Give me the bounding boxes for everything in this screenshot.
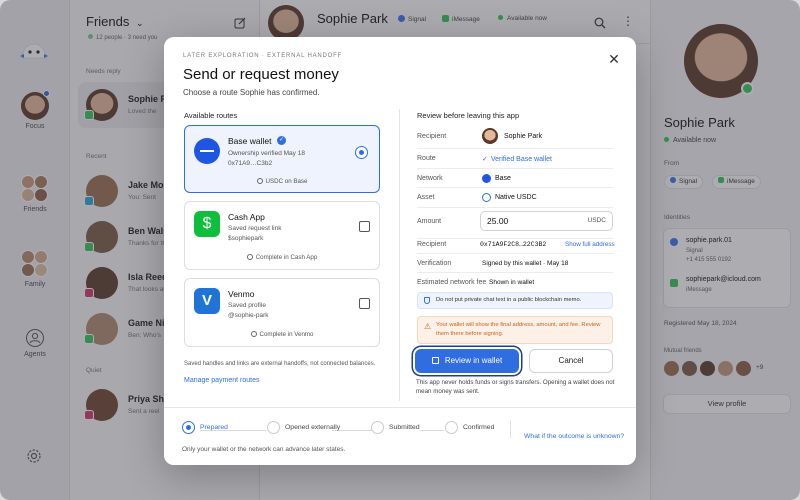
step-indicator xyxy=(445,421,458,434)
route-title: Cash App xyxy=(228,212,265,222)
route-base-wallet[interactable]: Base wallet ✓ Ownership verified May 18 … xyxy=(184,125,380,193)
usdc-icon xyxy=(482,193,491,202)
step-label: Confirmed xyxy=(463,424,495,431)
review-network-label: Network xyxy=(417,175,443,182)
memo-notice-text: Do not put private chat text in a public… xyxy=(436,297,582,303)
routes-note: Saved handles and links are external han… xyxy=(184,361,376,367)
manage-routes-link[interactable]: Manage payment routes xyxy=(184,377,260,384)
review-header: Review before leaving this app xyxy=(417,111,520,120)
cancel-button[interactable]: Cancel xyxy=(529,349,613,373)
divider xyxy=(417,272,613,273)
route-footer: Complete in Venmo xyxy=(185,331,379,338)
route-line1: Ownership verified May 18 xyxy=(228,150,305,157)
route-radio-selected[interactable] xyxy=(355,146,368,159)
route-line2: $sophiepark xyxy=(228,235,264,242)
base-wallet-icon xyxy=(194,138,220,164)
review-in-wallet-button[interactable]: Review in wallet xyxy=(415,349,519,373)
amount-value: 25.00 xyxy=(487,216,509,226)
avatar xyxy=(482,128,498,144)
review-verification-label: Verification xyxy=(417,260,452,267)
amount-unit: USDC xyxy=(587,217,606,224)
review-route-label: Route xyxy=(417,155,436,162)
memo-notice: Do not put private chat text in a public… xyxy=(417,292,613,309)
venmo-icon: V xyxy=(194,288,220,314)
divider xyxy=(417,253,613,254)
step-connector xyxy=(420,430,444,431)
review-recipient-label: Recipient xyxy=(417,133,447,140)
route-line1: Saved profile xyxy=(228,302,266,309)
route-footer-text: Complete in Venmo xyxy=(259,331,314,338)
external-icon xyxy=(246,254,253,260)
network-icon xyxy=(256,178,263,184)
verified-check-icon: ✓ xyxy=(277,136,286,145)
steps-note: Only your wallet or the network can adva… xyxy=(182,446,346,453)
wallet-warning-text: Your wallet will show the final address,… xyxy=(436,322,601,337)
divider xyxy=(417,207,613,208)
step-indicator-active xyxy=(182,421,195,434)
external-link-icon[interactable] xyxy=(359,221,370,232)
route-venmo[interactable]: V Venmo Saved profile @sophie-park Compl… xyxy=(184,278,380,347)
divider xyxy=(417,148,613,149)
shield-icon xyxy=(424,297,430,304)
send-money-modal: LATER EXPLORATION · EXTERNAL HANDOFF Sen… xyxy=(164,37,636,465)
external-link-icon xyxy=(431,357,439,364)
modal-title: Send or request money xyxy=(183,66,339,83)
review-network-value: Base xyxy=(495,175,511,182)
step-indicator xyxy=(371,421,384,434)
external-link-icon[interactable] xyxy=(359,298,370,309)
wallet-warning: ⚠ Your wallet will show the final addres… xyxy=(417,316,613,344)
review-recipient-value: Sophie Park xyxy=(504,133,543,140)
route-footer-text: USDC on Base xyxy=(265,178,308,185)
review-fee-label: Estimated network fee xyxy=(417,279,487,286)
step-label: Prepared xyxy=(200,424,228,431)
route-title: Venmo xyxy=(228,289,255,299)
modal-subtitle: Choose a route Sophie has confirmed. xyxy=(183,88,320,97)
divider xyxy=(417,238,613,239)
review-asset-label: Asset xyxy=(417,194,435,201)
review-amount-label: Amount xyxy=(417,218,442,225)
base-network-icon xyxy=(482,174,491,183)
route-footer-text: Complete in Cash App xyxy=(255,254,318,261)
route-cash-app[interactable]: $ Cash App Saved request link $sophiepar… xyxy=(184,201,380,270)
outcome-unknown-link[interactable]: What if the outcome is unknown? xyxy=(524,433,624,440)
route-title: Base wallet xyxy=(228,136,272,146)
review-fee-value: Shown in wallet xyxy=(489,279,535,286)
modal-eyebrow: LATER EXPLORATION · EXTERNAL HANDOFF xyxy=(183,53,343,59)
external-icon xyxy=(250,331,257,337)
route-line1: Saved request link xyxy=(228,225,282,232)
route-line2: @sophie-park xyxy=(228,312,269,319)
step-label: Submitted xyxy=(389,424,420,431)
route-footer: USDC on Base xyxy=(185,178,379,185)
app-window: Focus Friends Family Agents Friends ⌄ 12… xyxy=(0,0,800,500)
review-button-label: Review in wallet xyxy=(444,356,503,365)
review-address-value: 0x71A9F2C8…22C3B2 xyxy=(480,241,547,248)
close-icon[interactable]: ✕ xyxy=(606,51,622,67)
show-full-address-link[interactable]: Show full address xyxy=(565,241,615,248)
review-asset-value: Native USDC xyxy=(495,194,537,201)
route-line2: 0x71A9…C3b2 xyxy=(228,160,273,167)
route-footer: Complete in Cash App xyxy=(185,254,379,261)
review-address-label: Recipient xyxy=(417,241,447,248)
warning-icon: ⚠ xyxy=(424,322,432,331)
disclaimer-text: This app never holds funds or signs tran… xyxy=(416,379,615,395)
steps-separator xyxy=(510,420,511,438)
progress-stepper: Prepared Opened externally Submitted Con… xyxy=(164,407,636,465)
check-icon: ✓ xyxy=(482,156,488,163)
divider xyxy=(417,187,613,188)
step-label: Opened externally xyxy=(285,424,341,431)
route-value: ✓ Verified Base wallet xyxy=(482,155,552,163)
column-divider xyxy=(399,109,400,401)
routes-header: Available routes xyxy=(184,111,238,120)
review-verification-value: Signed by this wallet · May 18 xyxy=(482,260,569,267)
amount-input[interactable]: 25.00 USDC xyxy=(480,211,613,231)
cash-app-icon: $ xyxy=(194,211,220,237)
step-indicator xyxy=(267,421,280,434)
divider xyxy=(417,168,613,169)
route-value-text: Verified Base wallet xyxy=(490,156,552,163)
